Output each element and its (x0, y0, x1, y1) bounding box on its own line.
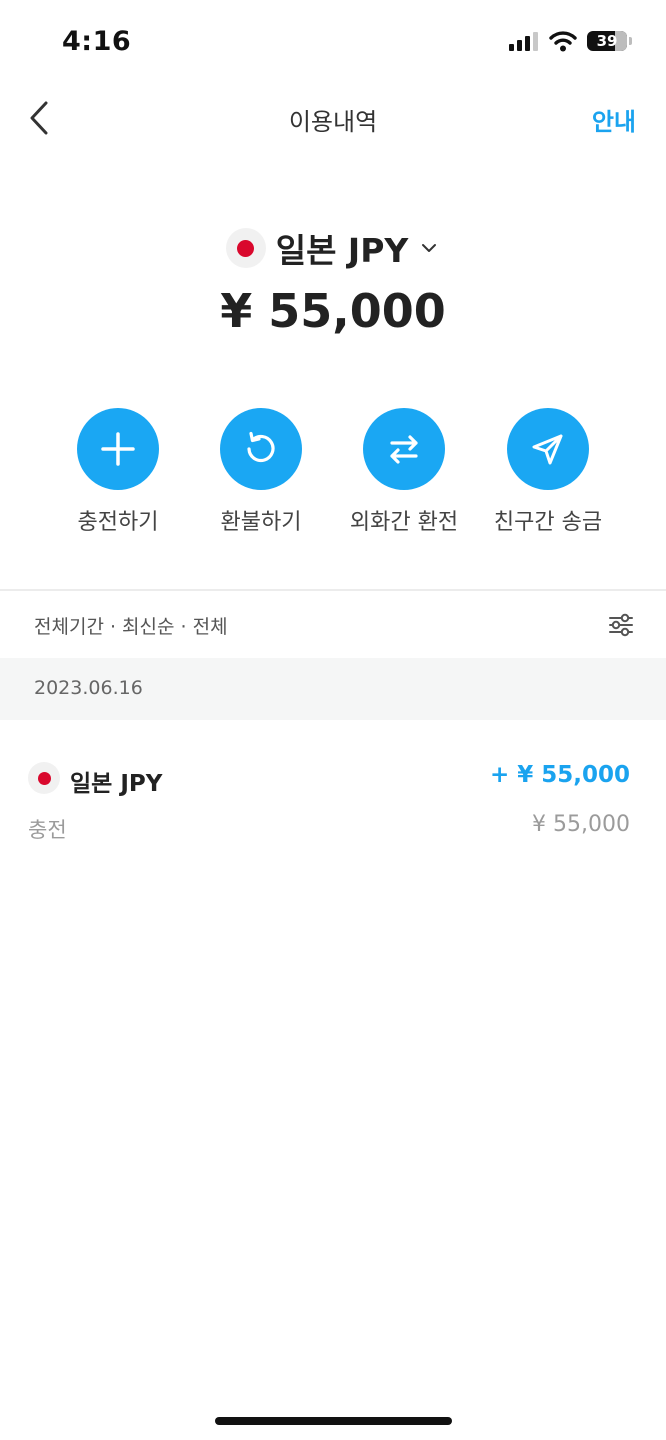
guide-link[interactable]: 안내 (592, 102, 636, 137)
refund-button[interactable]: 환불하기 (191, 408, 331, 536)
send-icon (532, 434, 563, 465)
currency-name: 일본 JPY (275, 231, 409, 270)
plus-icon (101, 432, 135, 466)
status-icons: 39 (509, 30, 632, 52)
transaction-type: 충전 (28, 818, 67, 842)
transaction-amount: + ¥ 55,000 (489, 762, 630, 788)
transaction-currency: 일본 JPY (70, 771, 163, 797)
transaction-sub-amount: ¥ 55,000 (532, 812, 630, 837)
status-time: 4:16 (62, 26, 132, 57)
swap-icon (390, 435, 418, 464)
battery-level: 39 (596, 32, 618, 50)
refresh-icon (247, 431, 275, 463)
exchange-button[interactable]: 외화간 환전 (334, 408, 474, 536)
japan-flag-icon (28, 762, 60, 794)
refund-label: 환불하기 (220, 510, 302, 535)
send-label: 친구간 송금 (493, 510, 603, 535)
balance-amount: ¥ 55,000 (220, 284, 446, 338)
battery-nub (629, 37, 632, 45)
chevron-down-icon (422, 244, 437, 252)
battery-icon: 39 (587, 31, 627, 51)
section-divider (0, 589, 666, 591)
page-title: 이용내역 (288, 108, 378, 136)
cellular-signal-icon (509, 32, 538, 51)
japan-flag-icon (225, 228, 266, 268)
currency-selector[interactable]: 일본 JPY (0, 224, 666, 272)
home-indicator[interactable] (215, 1417, 452, 1425)
wifi-icon (549, 31, 577, 52)
filter-settings-icon[interactable] (606, 610, 636, 640)
exchange-label: 외화간 환전 (349, 510, 459, 535)
transaction-row[interactable]: 일본 JPY + ¥ 55,000 충전 ¥ 55,000 (0, 740, 666, 850)
charge-button[interactable]: 충전하기 (48, 408, 188, 536)
charge-label: 충전하기 (77, 510, 159, 535)
filter-summary[interactable]: 전체기간 · 최신순 · 전체 (34, 612, 228, 639)
group-date: 2023.06.16 (34, 677, 143, 699)
send-button[interactable]: 친구간 송금 (478, 408, 618, 536)
